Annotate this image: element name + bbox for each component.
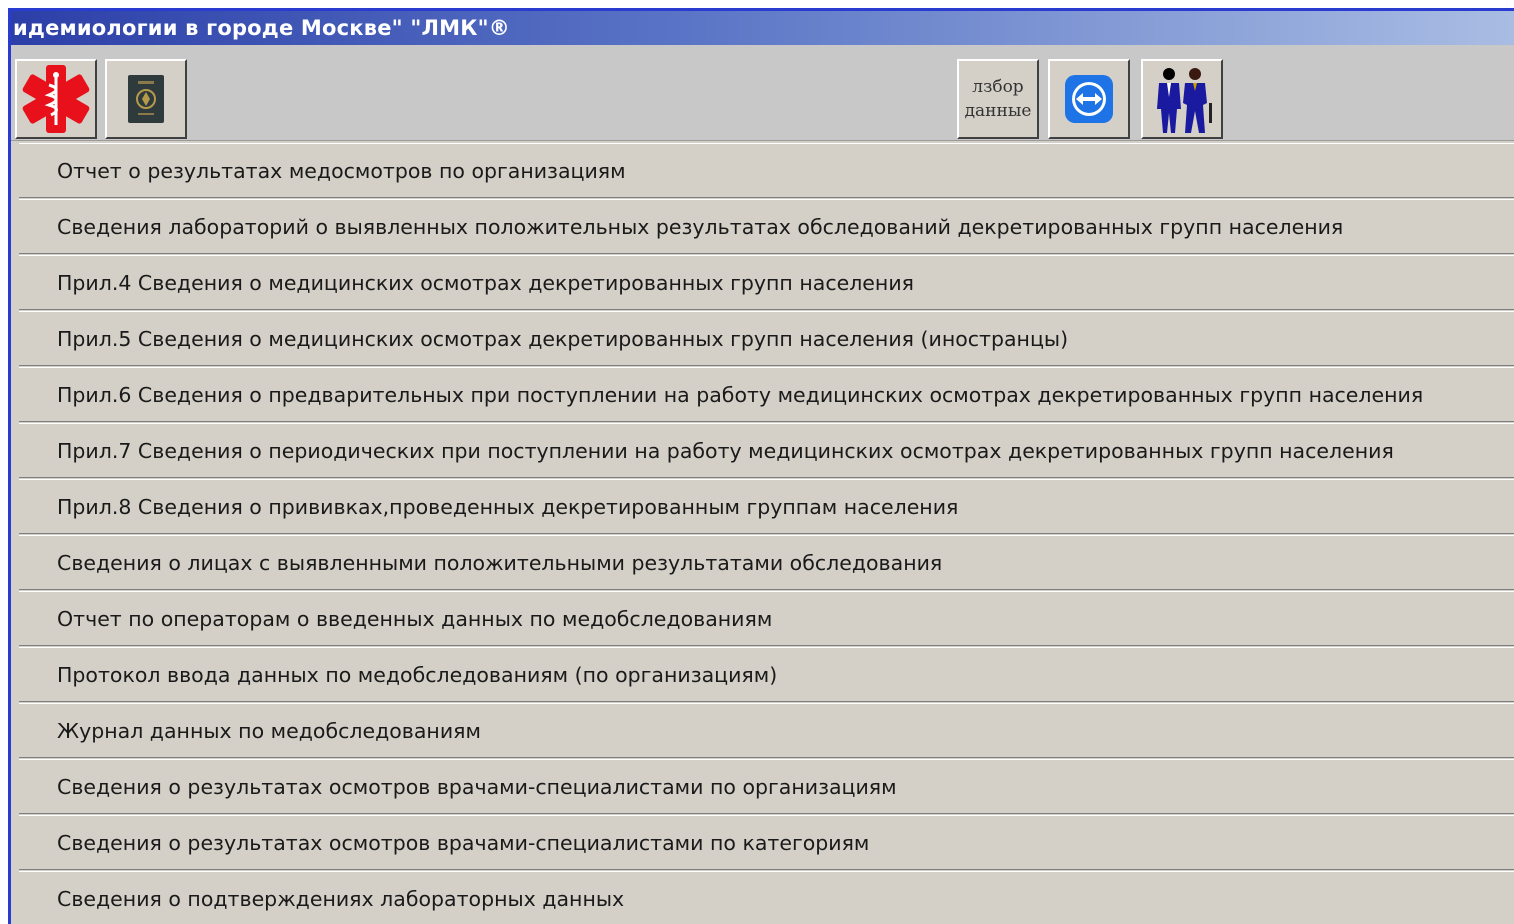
teamviewer-button[interactable] [1048, 59, 1130, 139]
passport-icon [128, 75, 164, 123]
menu-item[interactable]: Прил.5 Сведения о медицинских осмотрах д… [19, 311, 1514, 366]
reports-menu: Отчет о результатах медосмотров по орган… [19, 143, 1514, 924]
collect-data-button[interactable]: лзбор данные [957, 59, 1039, 139]
users-button[interactable] [1141, 59, 1223, 139]
toolbar: лзбор данные [11, 45, 1514, 141]
menu-item[interactable]: Сведения о лицах с выявленными положител… [19, 535, 1514, 590]
people-icon [1157, 68, 1212, 133]
menu-item[interactable]: Сведения о подтверждениях лабораторных д… [19, 871, 1514, 924]
menu-item[interactable]: Прил.6 Сведения о предварительных при по… [19, 367, 1514, 422]
app-window: идемиологии в городе Москве" "ЛМК"® лзбо… [8, 8, 1514, 924]
collect-data-label: лзбор данные [964, 77, 1032, 121]
medical-service-button[interactable] [15, 59, 97, 139]
medical-star-icon [22, 65, 90, 133]
menu-item[interactable]: Сведения о результатах осмотров врачами-… [19, 815, 1514, 870]
menu-item[interactable]: Прил.8 Сведения о прививках,проведенных … [19, 479, 1514, 534]
menu-item[interactable]: Отчет по операторам о введенных данных п… [19, 591, 1514, 646]
menu-item[interactable]: Отчет о результатах медосмотров по орган… [19, 143, 1514, 198]
teamviewer-icon [1065, 75, 1113, 123]
menu-item[interactable]: Протокол ввода данных по медобследования… [19, 647, 1514, 702]
menu-item[interactable]: Сведения лабораторий о выявленных положи… [19, 199, 1514, 254]
menu-item[interactable]: Журнал данных по медобследованиям [19, 703, 1514, 758]
menu-item[interactable]: Прил.7 Сведения о периодических при пост… [19, 423, 1514, 478]
window-title[interactable]: идемиологии в городе Москве" "ЛМК"® [11, 11, 1514, 45]
menu-item[interactable]: Сведения о результатах осмотров врачами-… [19, 759, 1514, 814]
menu-item[interactable]: Прил.4 Сведения о медицинских осмотрах д… [19, 255, 1514, 310]
passport-button[interactable] [105, 59, 187, 139]
